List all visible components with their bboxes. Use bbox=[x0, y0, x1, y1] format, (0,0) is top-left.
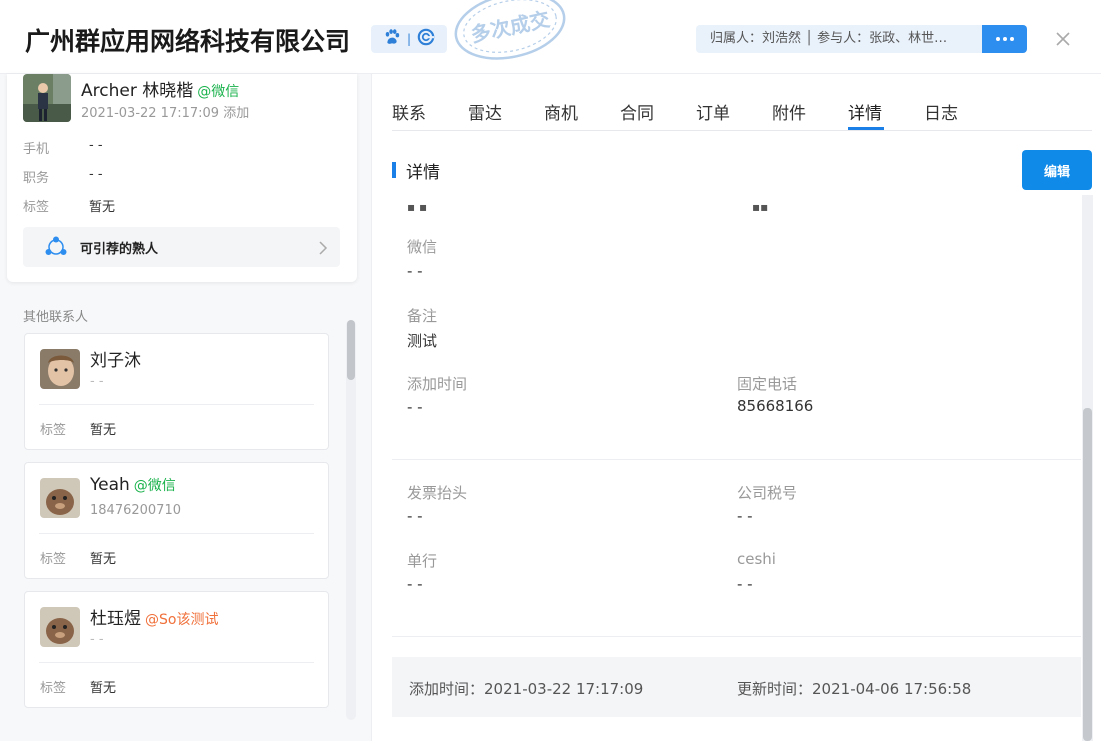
chevron-right-icon bbox=[318, 240, 328, 259]
field-value: 85668166 bbox=[737, 397, 814, 415]
contact-phone: - - bbox=[90, 632, 104, 647]
left-scrollbar[interactable] bbox=[346, 320, 356, 720]
tag-value: 暂无 bbox=[90, 552, 117, 567]
added-timestamp: 添加时间：2021-03-22 17:17:09 bbox=[409, 678, 643, 699]
clipped-row-fragment: ▪▪ bbox=[752, 200, 769, 214]
divider bbox=[392, 459, 1081, 460]
field-label: 公司税号 bbox=[737, 484, 798, 502]
badge-separator: | bbox=[406, 32, 412, 46]
added-time: 2021-03-22 17:17:09 添加 bbox=[81, 106, 250, 121]
updated-timestamp-label: 更新时间： bbox=[737, 680, 813, 698]
source-tag: @So该测试 bbox=[145, 612, 219, 628]
field-value: - - bbox=[407, 398, 423, 416]
tab-contact[interactable]: 联系 bbox=[392, 99, 426, 124]
share-network-icon bbox=[44, 235, 68, 263]
field-label: 手机 bbox=[23, 142, 50, 157]
owner-participants[interactable]: 归属人：刘浩然 │ 参与人：张政、林世… bbox=[696, 25, 982, 53]
contact-phone: 18476200710 bbox=[90, 503, 181, 518]
contact-name-row: 杜珏煜 @So该测试 bbox=[90, 604, 218, 629]
updated-timestamp-value: 2021-04-06 17:56:58 bbox=[812, 680, 972, 698]
tag-label: 标签 bbox=[40, 552, 67, 567]
contact-name-row: Yeah @微信 bbox=[90, 475, 176, 495]
field-value: 暂无 bbox=[89, 200, 116, 215]
field-label: 添加时间 bbox=[407, 375, 468, 393]
right-scrollbar-thumb[interactable] bbox=[1083, 408, 1092, 741]
field-value: - - bbox=[407, 262, 423, 280]
tab-details[interactable]: 详情 bbox=[848, 99, 882, 124]
field-label: 备注 bbox=[407, 307, 438, 325]
field-label: ceshi bbox=[737, 550, 776, 568]
field-value: - - bbox=[407, 575, 423, 593]
close-icon[interactable] bbox=[1053, 29, 1073, 49]
source-tag: @微信 bbox=[133, 478, 176, 494]
field-label: 职务 bbox=[23, 171, 50, 186]
avatar bbox=[23, 74, 71, 122]
tag-value: 暂无 bbox=[90, 423, 117, 438]
list-item[interactable]: 刘子沐 - - 标签 暂无 bbox=[24, 333, 329, 450]
company-title: 广州群应用网络科技有限公司 bbox=[25, 27, 351, 56]
tab-attachment[interactable]: 附件 bbox=[772, 99, 806, 124]
avatar bbox=[40, 607, 80, 647]
avatar bbox=[40, 349, 80, 389]
list-item[interactable]: Yeah @微信 18476200710 标签 暂无 bbox=[24, 462, 329, 579]
source-tag: @微信 bbox=[197, 84, 240, 100]
section-title: 详情 bbox=[392, 158, 440, 183]
left-scrollbar-thumb[interactable] bbox=[347, 320, 355, 380]
contact-name: Yeah bbox=[90, 475, 130, 495]
contact-phone: - - bbox=[90, 374, 104, 389]
page-header: 广州群应用网络科技有限公司 | 多次成交 归属人：刘浩然 │ 参与人：张政、林世… bbox=[0, 0, 1101, 74]
field-value: - - bbox=[737, 575, 753, 593]
referral-button[interactable]: 可引荐的熟人 bbox=[23, 227, 340, 267]
edit-button[interactable]: 编辑 bbox=[1022, 150, 1092, 190]
tab-opportunity[interactable]: 商机 bbox=[544, 99, 578, 124]
divider bbox=[392, 636, 1081, 637]
tag-label: 标签 bbox=[40, 681, 67, 696]
added-timestamp-label: 添加时间： bbox=[409, 680, 485, 698]
tab-order[interactable]: 订单 bbox=[696, 99, 730, 124]
tab-radar[interactable]: 雷达 bbox=[468, 99, 502, 124]
primary-contact-name: Archer 林晓楷 @微信 bbox=[81, 76, 239, 101]
updated-timestamp: 更新时间：2021-04-06 17:56:58 bbox=[737, 678, 971, 699]
timestamps-footer: 添加时间：2021-03-22 17:17:09 更新时间：2021-04-06… bbox=[392, 657, 1081, 717]
contact-name: 刘子沐 bbox=[90, 351, 141, 371]
avatar bbox=[40, 478, 80, 518]
added-timestamp-value: 2021-03-22 17:17:09 bbox=[484, 680, 644, 698]
tag-value: 暂无 bbox=[90, 681, 117, 696]
other-contacts-heading: 其他联系人 bbox=[23, 310, 89, 325]
referral-label: 可引荐的熟人 bbox=[80, 242, 159, 257]
contacts-panel: Archer 林晓楷 @微信 2021-03-22 17:17:09 添加 手机 … bbox=[0, 74, 372, 741]
tag-label: 标签 bbox=[40, 423, 67, 438]
e-logo-icon bbox=[417, 28, 435, 50]
field-value: 测试 bbox=[407, 332, 438, 350]
field-value: - - bbox=[737, 507, 753, 525]
field-label: 发票抬头 bbox=[407, 484, 468, 502]
tab-bar: 联系 雷达 商机 合同 订单 附件 详情 日志 bbox=[392, 97, 1092, 131]
clipped-row-fragment: ▪ ▪ bbox=[407, 200, 428, 214]
field-label: 微信 bbox=[407, 238, 438, 256]
field-label: 固定电话 bbox=[737, 375, 798, 393]
deal-stamp: 多次成交 bbox=[454, 0, 566, 60]
field-value: - - bbox=[89, 167, 103, 182]
more-button[interactable] bbox=[982, 25, 1027, 53]
primary-contact-card: Archer 林晓楷 @微信 2021-03-22 17:17:09 添加 手机 … bbox=[7, 74, 357, 282]
source-badge: | bbox=[371, 25, 447, 53]
tab-log[interactable]: 日志 bbox=[924, 99, 958, 124]
contact-name: 杜珏煜 bbox=[90, 609, 141, 629]
field-label: 标签 bbox=[23, 200, 50, 215]
paw-icon bbox=[383, 28, 401, 50]
field-label: 单行 bbox=[407, 552, 438, 570]
field-value: - - bbox=[407, 507, 423, 525]
field-value: - - bbox=[89, 138, 103, 153]
list-item[interactable]: 杜珏煜 @So该测试 - - 标签 暂无 bbox=[24, 591, 329, 708]
contact-name-text: Archer 林晓楷 bbox=[81, 81, 194, 101]
active-tab-indicator bbox=[848, 127, 884, 130]
tab-contract[interactable]: 合同 bbox=[620, 99, 654, 124]
